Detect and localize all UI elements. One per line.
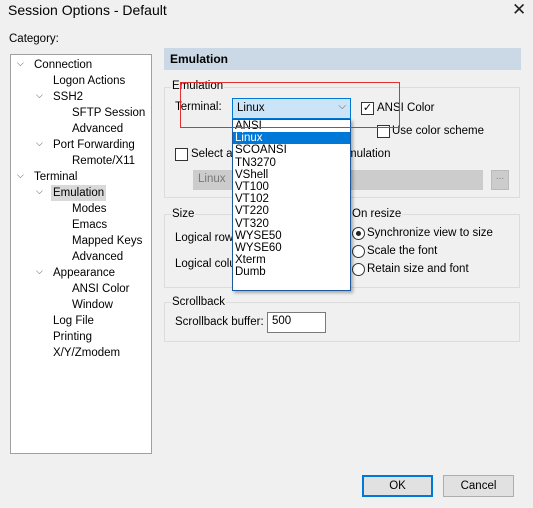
tree-item[interactable]: Port Forwarding bbox=[53, 137, 135, 153]
expand-chevron-icon[interactable]: ⌵ bbox=[36, 90, 43, 101]
radio-retain-size[interactable] bbox=[352, 263, 365, 276]
dropdown-option[interactable]: SCOANSI bbox=[233, 144, 350, 156]
size-group-label: Size bbox=[171, 208, 196, 220]
use-color-scheme-label: Use color scheme bbox=[392, 125, 485, 137]
dropdown-option[interactable]: VT220 bbox=[233, 205, 350, 217]
tree-item[interactable]: Remote/X11 bbox=[72, 153, 135, 169]
dropdown-option[interactable]: WYSE60 bbox=[233, 242, 350, 254]
dropdown-option[interactable]: WYSE50 bbox=[233, 230, 350, 242]
tree-item[interactable]: Window bbox=[72, 297, 113, 313]
radio-retain-size-label: Retain size and font bbox=[367, 263, 469, 275]
expand-chevron-icon[interactable]: ⌵ bbox=[36, 266, 43, 277]
radio-synchronize-label: Synchronize view to size bbox=[367, 227, 493, 239]
tree-item[interactable]: Connection bbox=[34, 57, 92, 73]
window-title: Session Options - Default bbox=[8, 2, 167, 18]
highlight-box bbox=[180, 82, 400, 128]
expand-chevron-icon[interactable]: ⌵ bbox=[36, 138, 43, 149]
tree-item[interactable]: Mapped Keys bbox=[72, 233, 142, 249]
dropdown-option[interactable]: TN3270 bbox=[233, 157, 350, 169]
category-label: Category: bbox=[9, 33, 59, 45]
dropdown-option[interactable]: Xterm bbox=[233, 254, 350, 266]
dropdown-option[interactable]: Dumb bbox=[233, 266, 350, 278]
tree-item[interactable]: Printing bbox=[53, 329, 92, 345]
expand-chevron-icon[interactable]: ⌵ bbox=[36, 186, 43, 197]
radio-scale-font[interactable] bbox=[352, 245, 365, 258]
alternate-emulation-value: Linux bbox=[198, 173, 226, 185]
tree-item[interactable]: Emulation bbox=[51, 185, 107, 201]
tree-item[interactable]: Logon Actions bbox=[53, 73, 125, 89]
tree-item[interactable]: Emacs bbox=[72, 217, 107, 233]
tree-item[interactable]: SSH2 bbox=[53, 89, 83, 105]
panel-header: Emulation bbox=[164, 48, 521, 70]
expand-chevron-icon[interactable]: ⌵ bbox=[17, 170, 24, 181]
dropdown-option[interactable]: VT320 bbox=[233, 218, 350, 230]
scrollback-buffer-input[interactable]: 500 bbox=[267, 312, 326, 333]
select-alternate-checkbox[interactable] bbox=[175, 148, 188, 161]
dropdown-option[interactable]: Linux bbox=[233, 132, 350, 145]
tree-item[interactable]: Terminal bbox=[34, 169, 77, 185]
radio-scale-font-label: Scale the font bbox=[367, 245, 438, 257]
dropdown-option[interactable]: VShell bbox=[233, 169, 350, 181]
browse-button: ... bbox=[491, 170, 509, 190]
tree-item[interactable]: Appearance bbox=[53, 265, 115, 281]
terminal-dropdown-list[interactable]: ANSI Linux SCOANSI TN3270 VShell VT100 VT102 VT… bbox=[232, 119, 351, 291]
close-icon[interactable]: ✕ bbox=[512, 0, 526, 20]
tree-item[interactable]: Modes bbox=[72, 201, 107, 217]
tree-item[interactable]: Advanced bbox=[72, 121, 123, 137]
expand-chevron-icon[interactable]: ⌵ bbox=[17, 58, 24, 69]
radio-synchronize[interactable] bbox=[352, 227, 365, 240]
cancel-button[interactable]: Cancel bbox=[443, 475, 514, 497]
tree-item[interactable]: ANSI Color bbox=[72, 281, 130, 297]
category-tree[interactable]: ⌵ Connection Logon Actions ⌵ SSH2 SFTP Sessio… bbox=[10, 54, 152, 454]
tree-item[interactable]: SFTP Session bbox=[72, 105, 145, 121]
scrollback-buffer-label: Scrollback buffer: bbox=[175, 316, 264, 328]
dropdown-option[interactable]: VT100 bbox=[233, 181, 350, 193]
scrollback-group-label: Scrollback bbox=[171, 296, 227, 308]
ok-button[interactable]: OK bbox=[362, 475, 433, 497]
on-resize-label: On resize bbox=[351, 208, 403, 220]
dropdown-option[interactable]: VT102 bbox=[233, 193, 350, 205]
tree-item[interactable]: Log File bbox=[53, 313, 94, 329]
tree-item[interactable]: X/Y/Zmodem bbox=[53, 345, 120, 361]
tree-item[interactable]: Advanced bbox=[72, 249, 123, 265]
